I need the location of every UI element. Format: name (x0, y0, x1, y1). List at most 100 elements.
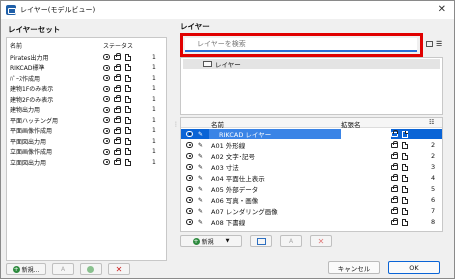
eye-icon[interactable] (186, 186, 193, 192)
new-layer-set-button[interactable]: + 新規... (6, 263, 46, 275)
column-name[interactable]: 名前 (211, 119, 224, 129)
lock-icon[interactable] (114, 158, 121, 165)
layer-set-row[interactable]: 平面ハッチング用 1 (7, 115, 166, 125)
table-row[interactable]: ✎ A04 平面仕上表示 4 (181, 173, 442, 183)
pencil-icon[interactable]: ✎ (198, 219, 203, 226)
pencil-icon[interactable]: ✎ (198, 131, 203, 138)
document-icon[interactable] (402, 141, 408, 149)
layer-set-row[interactable]: 建物出力用 1 (7, 105, 166, 115)
document-icon[interactable] (402, 218, 408, 226)
eye-icon[interactable] (186, 175, 193, 181)
lock-icon[interactable] (114, 84, 121, 92)
eye-icon[interactable] (103, 148, 110, 155)
layer-set-row[interactable]: Pirates出力用 1 (7, 52, 166, 62)
eye-icon[interactable] (103, 138, 110, 144)
new-layer-button[interactable]: + 新規 ▼ (180, 235, 242, 247)
eye-icon[interactable] (186, 164, 193, 170)
pencil-icon[interactable]: ✎ (198, 208, 203, 215)
pencil-icon[interactable]: ✎ (198, 153, 203, 160)
delete-button[interactable]: ✕ (108, 263, 130, 275)
document-icon[interactable] (402, 163, 408, 171)
layer-settings-button[interactable] (250, 235, 272, 247)
lock-icon[interactable] (391, 173, 398, 181)
eye-icon[interactable] (103, 159, 110, 165)
document-icon[interactable] (125, 158, 131, 166)
document-icon[interactable] (402, 130, 408, 138)
layer-set-row[interactable]: 建物2Fのみ表示 1 (7, 94, 166, 104)
layer-set-row[interactable]: 平面画像作成用 1 (7, 126, 166, 136)
list-view-icon[interactable]: ☰ (436, 41, 442, 48)
document-icon[interactable] (402, 196, 408, 204)
cancel-button[interactable]: キャンセル (328, 261, 380, 274)
lock-icon[interactable] (391, 129, 398, 137)
eye-icon[interactable] (103, 127, 110, 134)
pencil-icon[interactable]: ✎ (198, 197, 203, 204)
eye-icon[interactable] (186, 208, 193, 214)
document-icon[interactable] (125, 64, 131, 71)
lock-icon[interactable] (114, 147, 121, 155)
document-icon[interactable] (125, 116, 131, 124)
eye-icon[interactable] (186, 153, 193, 159)
lock-icon[interactable] (114, 116, 121, 123)
document-icon[interactable] (402, 185, 408, 193)
layer-set-row[interactable]: ﾊﾟｰｽ作成用 1 (7, 73, 166, 83)
document-icon[interactable] (125, 74, 131, 82)
eye-icon[interactable] (186, 142, 193, 148)
lock-icon[interactable] (114, 95, 121, 102)
layer-set-row[interactable]: 建物1Fのみ表示 1 (7, 84, 166, 94)
layer-set-row[interactable]: 平面図出力用 1 (7, 136, 166, 146)
document-icon[interactable] (125, 127, 131, 134)
header-name[interactable]: 名前 (10, 41, 22, 50)
lock-icon[interactable] (391, 184, 398, 192)
duplicate-button[interactable] (80, 263, 102, 275)
delete-layer-button[interactable]: ✕ (310, 235, 332, 247)
pencil-icon[interactable]: ✎ (198, 175, 203, 182)
pencil-icon[interactable]: ✎ (198, 164, 203, 171)
document-icon[interactable] (125, 53, 131, 61)
document-icon[interactable] (125, 95, 131, 103)
table-row[interactable]: ✎ A05 外部データ 5 (181, 184, 442, 194)
lock-icon[interactable] (391, 217, 398, 225)
search-input[interactable] (185, 38, 417, 52)
document-icon[interactable] (402, 152, 408, 160)
lock-icon[interactable] (114, 74, 121, 81)
table-row[interactable]: ✎ A03 寸法 3 (181, 162, 442, 172)
lock-icon[interactable] (114, 53, 121, 60)
rename-layer-button[interactable]: A (280, 235, 302, 247)
lock-icon[interactable] (114, 126, 121, 134)
table-row[interactable]: ✎ A08 下書線 8 (181, 217, 442, 227)
document-icon[interactable] (125, 137, 131, 145)
lock-icon[interactable] (391, 195, 398, 203)
eye-icon[interactable] (103, 85, 110, 92)
document-icon[interactable] (125, 85, 131, 92)
eye-icon[interactable] (186, 131, 193, 137)
pencil-icon[interactable]: ✎ (198, 142, 203, 149)
lock-icon[interactable] (391, 151, 398, 159)
document-icon[interactable] (402, 174, 408, 182)
extension-field[interactable] (341, 129, 391, 139)
lock-icon[interactable] (391, 162, 398, 170)
folder-view-icon[interactable] (426, 41, 433, 47)
pencil-icon[interactable]: ✎ (198, 186, 203, 193)
eye-icon[interactable] (103, 106, 110, 113)
tree-item-layer[interactable]: レイヤー (183, 59, 440, 69)
column-extension[interactable]: 拡張名 (341, 119, 361, 129)
lock-icon[interactable] (391, 140, 398, 148)
ok-button[interactable]: OK (388, 261, 440, 274)
chevron-down-icon[interactable]: ▼ (226, 238, 230, 244)
eye-icon[interactable] (103, 75, 110, 81)
lock-icon[interactable] (114, 63, 121, 71)
rename-button[interactable]: A (52, 263, 74, 275)
lock-icon[interactable] (114, 137, 121, 144)
eye-icon[interactable] (103, 54, 110, 60)
table-row[interactable]: ✎ A01 外形線 2 (181, 140, 442, 150)
table-row[interactable]: ✎ A06 写真・画像 6 (181, 195, 442, 205)
close-icon[interactable]: ✕ (438, 4, 446, 15)
header-status[interactable]: ステータス (103, 41, 133, 50)
layer-set-row[interactable]: RIKCAD標準 1 (7, 63, 166, 73)
eye-icon[interactable] (186, 219, 193, 225)
layer-set-row[interactable]: 立面画像作成用 1 (7, 147, 166, 157)
document-icon[interactable] (125, 148, 131, 155)
eye-icon[interactable] (186, 197, 193, 203)
splitter-handle[interactable]: ⋮ (173, 121, 179, 151)
